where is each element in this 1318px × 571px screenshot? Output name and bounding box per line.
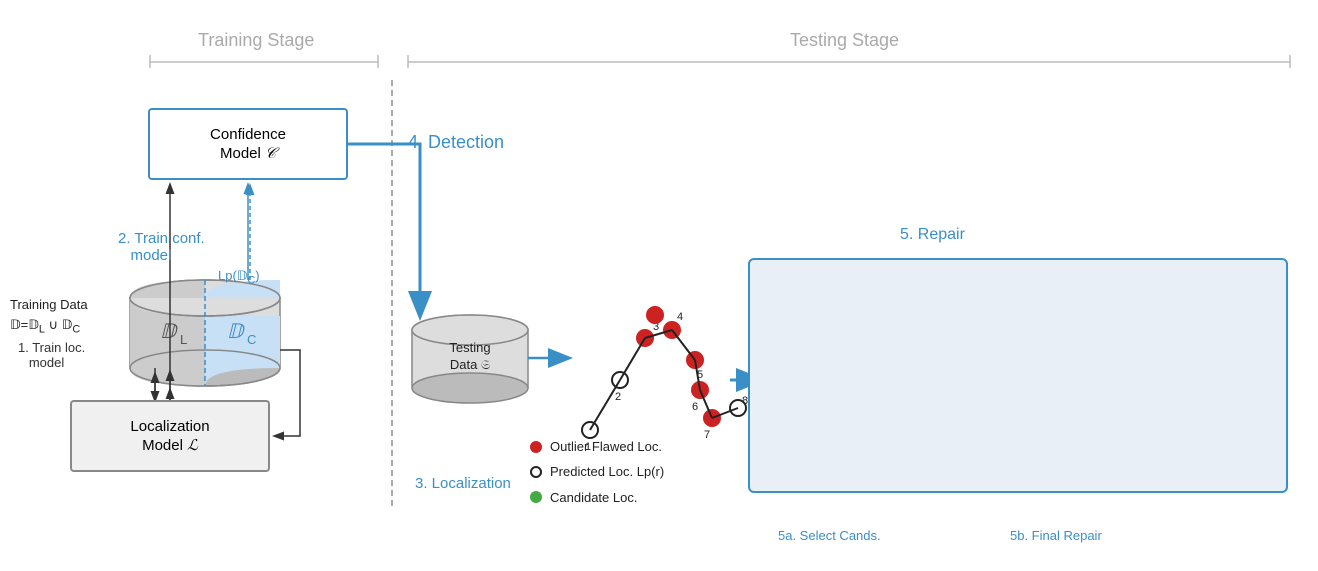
confidence-model-label: ConfidenceModel 𝒞 [210,125,286,164]
legend-candidate: Candidate Loc. [530,486,664,509]
training-stage-label: Training Stage [198,30,314,51]
confidence-model-box: ConfidenceModel 𝒞 [148,108,348,180]
testing-stage-label: Testing Stage [790,30,899,51]
legend-predicted: Predicted Loc. Lp(r) [530,460,664,483]
svg-text:𝔻: 𝔻 [227,321,246,343]
predicted-label: Predicted Loc. Lp(r) [550,460,664,483]
svg-text:2: 2 [615,391,621,403]
step2-label: 2. Train conf. model [118,230,205,264]
repair-box [748,258,1288,493]
localization-model-box: LocalizationModel ℒ [70,400,270,472]
step5b-label: 5b. Final Repair [1010,528,1102,543]
step5a-label: 5a. Select Cands. [778,528,881,543]
localization-model-label: LocalizationModel ℒ [130,417,209,456]
svg-text:7: 7 [704,429,710,441]
step3-label: 3. Localization [415,475,511,492]
svg-text:𝔻: 𝔻 [160,321,179,343]
predicted-dot [530,466,542,478]
candidate-dot [530,491,542,503]
candidate-label: Candidate Loc. [550,486,637,509]
legend: Outlier Flawed Loc. Predicted Loc. Lp(r)… [530,435,664,511]
step1-label: 1. Train loc. model [18,340,85,370]
legend-outlier: Outlier Flawed Loc. [530,435,664,458]
svg-text:L: L [180,332,187,347]
svg-text:C: C [247,332,256,347]
outlier-dot [530,441,542,453]
svg-text:4: 4 [677,311,683,323]
svg-text:Data 𝔖: Data 𝔖 [450,357,490,372]
svg-text:6: 6 [692,401,698,413]
svg-text:3: 3 [653,321,659,333]
training-data-label: Training Data 𝔻=𝔻L ∪ 𝔻C [10,295,88,337]
training-data-line2: 𝔻=𝔻L ∪ 𝔻C [10,315,88,338]
svg-text:5: 5 [697,369,703,381]
step5-label: 5. Repair [900,226,965,244]
svg-text:Testing: Testing [449,340,490,355]
diagram-container: 𝔻 L 𝔻 C Testing Data 𝔖 [0,0,1318,571]
step4-label: 4. Detection [408,132,504,153]
training-data-line1: Training Data [10,295,88,315]
lp-dc-label: Lp(𝔻C) [218,268,260,287]
outlier-label: Outlier Flawed Loc. [550,435,662,458]
